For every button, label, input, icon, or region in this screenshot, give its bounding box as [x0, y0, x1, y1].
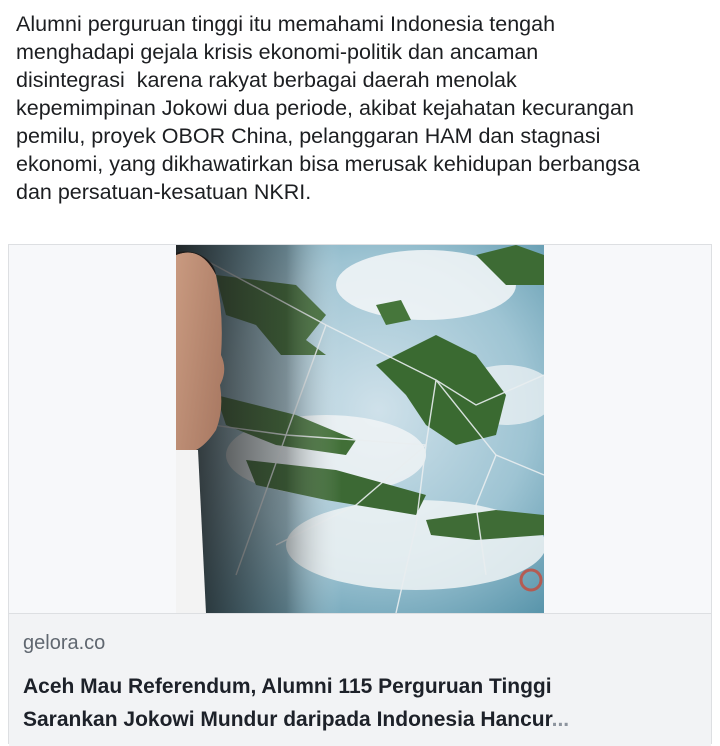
post-text-line: kepemimpinan Jokowi dua periode, akibat … — [16, 96, 634, 120]
link-title-line: Sarankan Jokowi Mundur daripada Indonesi… — [23, 703, 663, 736]
post-text-line: menghadapi gejala krisis ekonomi-politik… — [16, 40, 539, 64]
post-text-line: ekonomi, yang dikhawatirkan bisa merusak… — [16, 152, 640, 176]
link-title-text: Sarankan Jokowi Mundur daripada Indonesi… — [23, 708, 552, 731]
post-text-line: dan persatuan-kesatuan NKRI. — [16, 180, 312, 204]
link-preview-meta[interactable]: gelora.co Aceh Mau Referendum, Alumni 11… — [9, 613, 711, 746]
link-preview-card[interactable]: gelora.co Aceh Mau Referendum, Alumni 11… — [8, 244, 712, 746]
link-title-ellipsis: ... — [551, 708, 570, 731]
post-text-line: disintegrasi karena rakyat berbagai daer… — [16, 68, 517, 92]
link-preview-image-area[interactable] — [9, 245, 711, 613]
map-photo-illustration — [176, 245, 544, 613]
link-title-line: Aceh Mau Referendum, Alumni 115 Pergurua… — [23, 675, 552, 698]
post-text: Alumni perguruan tinggi itu memahami Ind… — [16, 10, 716, 206]
link-domain: gelora.co — [23, 632, 106, 654]
post-text-line: pemilu, proyek OBOR China, pelanggaran H… — [16, 124, 601, 148]
link-title[interactable]: Aceh Mau Referendum, Alumni 115 Pergurua… — [23, 670, 663, 736]
post-text-line: Alumni perguruan tinggi itu memahami Ind… — [16, 12, 556, 36]
link-preview-image[interactable] — [176, 245, 544, 613]
